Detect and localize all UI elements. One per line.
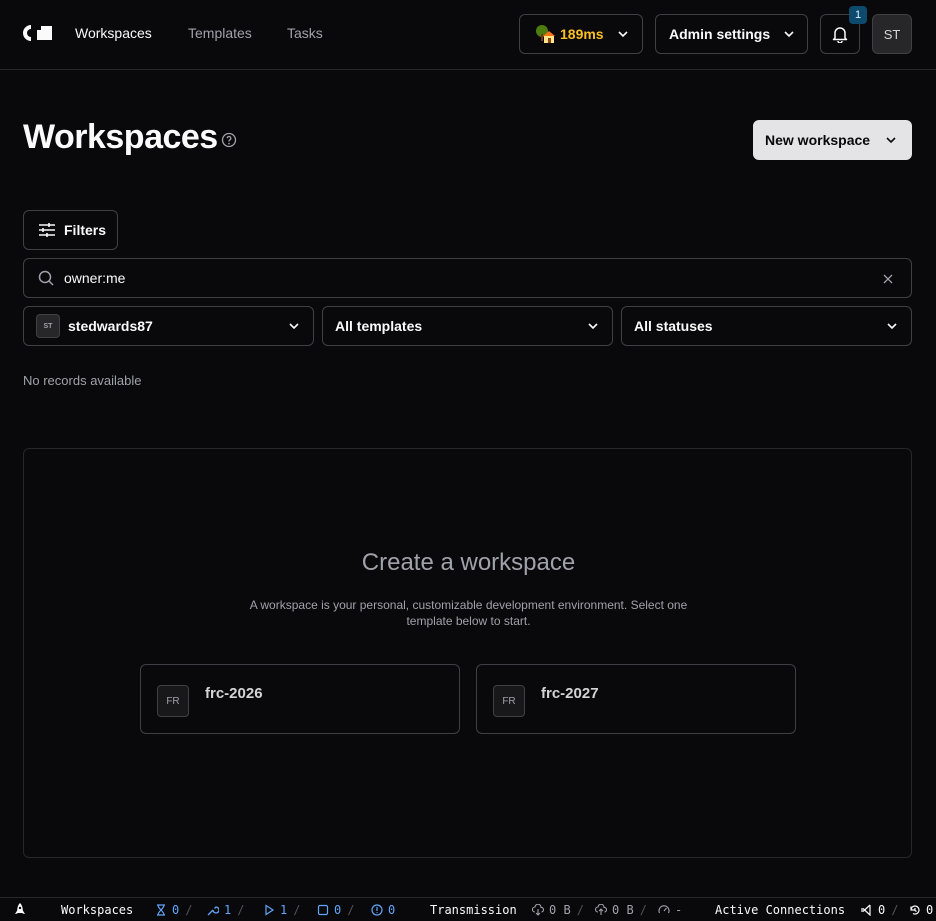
admin-settings-label: Admin settings (669, 26, 771, 42)
page-title: Workspaces (23, 118, 218, 156)
latency-stat: - (658, 903, 682, 917)
chevron-down-icon (289, 323, 299, 330)
vscode-count: 0 (878, 903, 886, 917)
new-workspace-button[interactable]: New workspace (753, 120, 912, 160)
clear-search-icon[interactable] (883, 274, 893, 284)
cloud-upload-icon (595, 904, 607, 915)
latency-value: 189ms (560, 26, 604, 42)
pending-count[interactable]: 0/ (155, 903, 198, 917)
empty-state-title: Create a workspace (361, 549, 576, 576)
failed-count[interactable]: 0 (371, 903, 395, 917)
notification-count-badge: 1 (849, 6, 867, 24)
region-flag-icon (536, 25, 555, 43)
hourglass-icon (157, 904, 165, 916)
active-connections-label: Active Connections (715, 903, 846, 917)
new-workspace-label: New workspace (765, 132, 871, 148)
nav-templates-link[interactable]: Templates (188, 25, 252, 41)
starting-count[interactable]: 1/ (207, 903, 250, 917)
status-select-value: All statuses (634, 318, 713, 334)
alert-circle-icon (371, 904, 383, 916)
owner-select-value: stedwards87 (68, 318, 153, 334)
upload-stat: 0 B / (595, 903, 653, 917)
coder-logo-icon[interactable] (23, 25, 52, 41)
template-name: frc-2027 (541, 685, 599, 702)
owner-avatar: ST (36, 314, 60, 338)
filters-label: Filters (64, 222, 107, 238)
search-icon (38, 270, 54, 286)
template-icon: FR (493, 685, 525, 717)
download-value: 0 B (549, 903, 571, 917)
sliders-icon (39, 223, 55, 237)
nav-tasks-link[interactable]: Tasks (287, 25, 323, 41)
ssh-icon (910, 905, 920, 915)
bell-icon (832, 27, 848, 43)
running-count[interactable]: 1/ (263, 903, 306, 917)
latency-stat-value: - (675, 903, 683, 917)
stopped-count-value: 0 (334, 903, 342, 917)
empty-state-description: A workspace is your personal, customizab… (249, 598, 688, 628)
admin-settings-button[interactable]: Admin settings (655, 14, 808, 54)
status-bar: Workspaces 0/ 1/ 1/ 0/ 0 Transmission 0 … (0, 897, 936, 921)
template-select[interactable]: All templates (322, 306, 613, 346)
no-records-text: No records available (23, 373, 142, 388)
proxy-latency-button[interactable]: 189ms (519, 14, 643, 54)
chevron-down-icon (588, 323, 598, 330)
vscode-connections[interactable]: 0/ (861, 903, 904, 917)
rocket-icon (15, 903, 25, 914)
template-select-value: All templates (335, 318, 423, 334)
search-input[interactable] (64, 270, 844, 286)
running-count-value: 1 (280, 903, 288, 917)
template-card[interactable]: FR frc-2026 (140, 664, 460, 734)
chevron-down-icon (886, 137, 896, 144)
user-avatar[interactable]: ST (872, 14, 912, 54)
play-icon (265, 904, 275, 916)
transmission-label: Transmission (430, 903, 517, 917)
gauge-icon (658, 905, 670, 914)
top-navbar: Workspaces Templates Tasks 189ms Admin s… (0, 0, 936, 70)
ssh-connections[interactable]: 0 (909, 903, 933, 917)
vscode-icon (861, 904, 871, 916)
ssh-count: 0 (926, 903, 934, 917)
cloud-download-icon (532, 904, 544, 916)
pending-count-value: 0 (172, 903, 180, 917)
upload-value: 0 B (612, 903, 634, 917)
owner-select[interactable]: ST stedwards87 (23, 306, 314, 346)
status-workspaces-label: Workspaces (61, 903, 134, 917)
filters-button[interactable]: Filters (23, 210, 118, 250)
search-bar (23, 258, 912, 298)
nav-workspaces-link[interactable]: Workspaces (75, 25, 152, 41)
help-icon[interactable] (221, 132, 237, 148)
stopped-count[interactable]: 0/ (317, 903, 360, 917)
chevron-down-icon (784, 31, 794, 38)
status-select[interactable]: All statuses (621, 306, 912, 346)
empty-state-panel: Create a workspace A workspace is your p… (23, 448, 912, 858)
failed-count-value: 0 (388, 903, 396, 917)
wrench-icon (207, 906, 219, 916)
chevron-down-icon (618, 31, 628, 38)
template-card[interactable]: FR frc-2027 (476, 664, 796, 734)
download-stat: 0 B / (532, 903, 590, 917)
template-name: frc-2026 (205, 685, 263, 702)
stop-icon (317, 904, 329, 916)
chevron-down-icon (887, 323, 897, 330)
starting-count-value: 1 (224, 903, 232, 917)
template-icon: FR (157, 685, 189, 717)
